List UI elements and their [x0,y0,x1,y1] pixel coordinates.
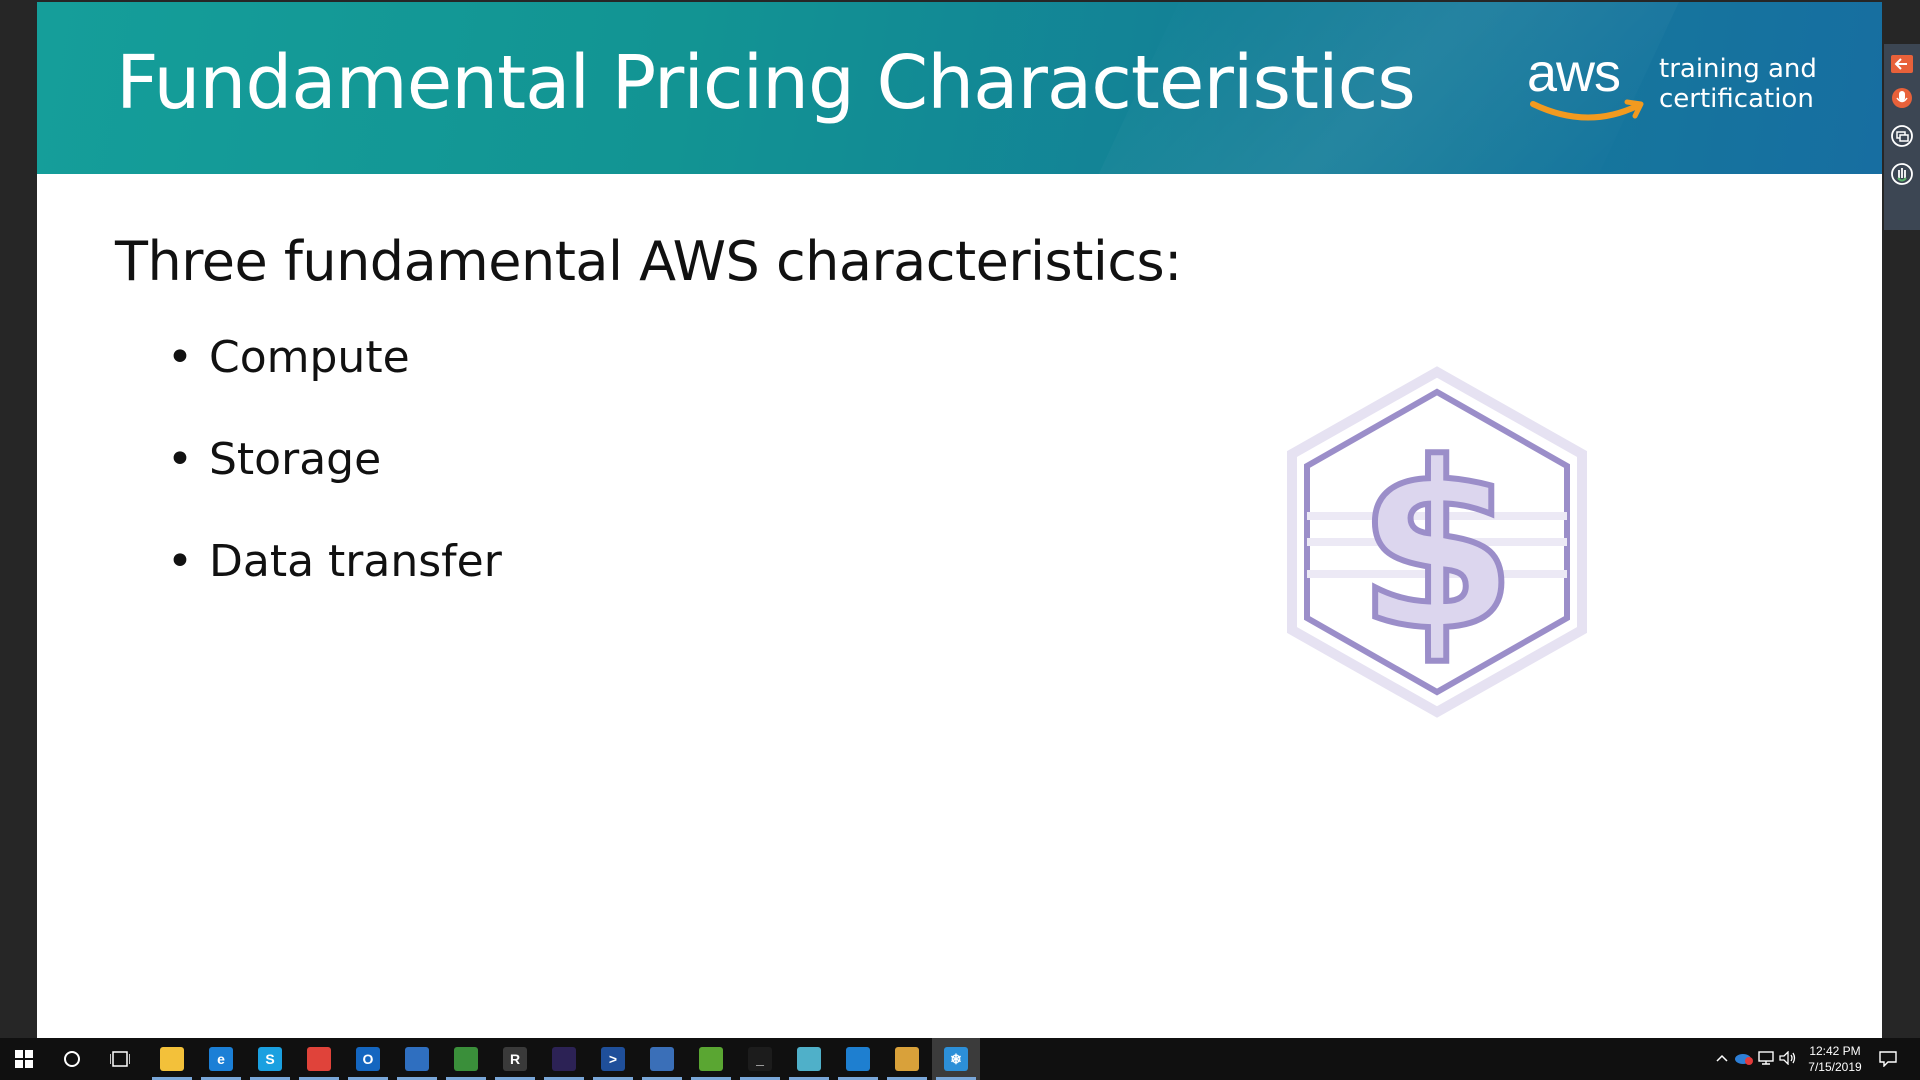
pen-tool-icon [797,1047,821,1071]
back-arrow-icon [1891,55,1913,73]
aws-tagline: training and certification [1659,54,1817,114]
bullet-list: • Compute • Storage • Data transfer [167,332,502,638]
bullet-text: Data transfer [209,536,502,587]
tray-overflow-button[interactable] [1712,1048,1732,1068]
task-view-icon [110,1051,130,1067]
screen-share-icon [1891,125,1913,147]
bullet-text: Storage [209,434,382,485]
microphone-button[interactable] [1888,84,1916,112]
taskbar-app-pen-tool[interactable] [785,1038,833,1080]
chevron-up-icon [1716,1054,1728,1062]
bullet-dot: • [167,434,193,485]
bullet-item-compute: • Compute [167,332,502,434]
aws-tagline-line2: certification [1659,84,1814,114]
edge-icon: e [209,1047,233,1071]
task-view-button[interactable] [96,1038,144,1080]
bullet-dot: • [167,536,193,587]
cortana-circle-icon [64,1051,80,1067]
clock-time: 12:42 PM [1809,1044,1861,1058]
taskbar-clock[interactable]: 12:42 PM 7/15/2019 [1795,1043,1875,1075]
vscode-icon [846,1047,870,1071]
skype-business-icon: S [258,1047,282,1071]
onedrive-error-icon [1735,1054,1753,1065]
onedrive-tray-button[interactable] [1734,1048,1754,1068]
notification-center-icon [1879,1051,1897,1067]
network-tray-icon [1758,1051,1774,1065]
search-button[interactable] [48,1038,96,1080]
taskbar-app-eclipse[interactable] [540,1038,588,1080]
aws-training-logo: aws training and certification [1527,43,1847,136]
taskbar-app-remote-desktop[interactable] [638,1038,686,1080]
aws-tagline-line1: training and [1659,54,1817,84]
start-button[interactable] [0,1038,48,1080]
presenter-side-toolbar [1884,44,1920,230]
desktop-screen: Fundamental Pricing Characteristics aws … [0,0,1920,1080]
bullet-dot: • [167,332,193,383]
microphone-icon [1892,88,1912,108]
chrome-icon [307,1047,331,1071]
bullet-item-data-transfer: • Data transfer [167,536,502,638]
taskbar-app-edge[interactable]: e [197,1038,245,1080]
taskbar-app-snowflake-app[interactable]: ❄ [932,1038,980,1080]
screen-share-button[interactable] [1888,122,1916,150]
taskbar-app-chrome[interactable] [295,1038,343,1080]
outlook-icon: O [356,1047,380,1071]
file-explorer-icon [160,1047,184,1071]
svg-text:$: $ [1357,415,1517,682]
taskbar-app-skype-business[interactable]: S [246,1038,294,1080]
terminal-icon: _ [748,1047,772,1071]
slide-title: Fundamental Pricing Characteristics [116,40,1416,126]
clock-date: 7/15/2019 [1808,1060,1862,1074]
windows-taskbar: e S O R > _ ❄ 12:42 PM 7/15/2019 [0,1038,1920,1080]
taskbar-app-r-console[interactable]: R [491,1038,539,1080]
network-tray-button[interactable] [1756,1048,1776,1068]
taskbar-app-terminal[interactable]: _ [736,1038,784,1080]
slide-header-banner: Fundamental Pricing Characteristics aws … [37,2,1882,174]
windows-start-icon [15,1050,33,1068]
bullet-item-storage: • Storage [167,434,502,536]
eclipse-icon [552,1047,576,1071]
notification-center-button[interactable] [1864,1038,1912,1080]
paint-icon [895,1047,919,1071]
taskbar-app-paint[interactable] [883,1038,931,1080]
hexagon-dollar-icon: $ [1287,366,1587,718]
remote-desktop-icon [650,1047,674,1071]
security-icon [454,1047,478,1071]
aws-wordmark: aws [1527,43,1621,103]
slide-subtitle: Three fundamental AWS characteristics: [115,230,1182,293]
raise-hand-button[interactable] [1888,160,1916,188]
aws-smile-icon [1530,99,1644,121]
raise-hand-icon [1891,163,1913,185]
taskbar-app-powershell[interactable]: > [589,1038,637,1080]
taskbar-app-vscode[interactable] [834,1038,882,1080]
taskbar-app-file-explorer[interactable] [148,1038,196,1080]
network-icon [405,1047,429,1071]
snowflake-app-icon: ❄ [944,1047,968,1071]
r-console-icon: R [503,1047,527,1071]
taskbar-app-network[interactable] [393,1038,441,1080]
back-arrow-button[interactable] [1888,50,1916,78]
notepad-icon [699,1047,723,1071]
taskbar-app-outlook[interactable]: O [344,1038,392,1080]
powershell-icon: > [601,1047,625,1071]
taskbar-app-security[interactable] [442,1038,490,1080]
taskbar-app-notepad[interactable] [687,1038,735,1080]
presentation-slide: Fundamental Pricing Characteristics aws … [37,2,1882,1038]
bullet-text: Compute [209,332,410,383]
